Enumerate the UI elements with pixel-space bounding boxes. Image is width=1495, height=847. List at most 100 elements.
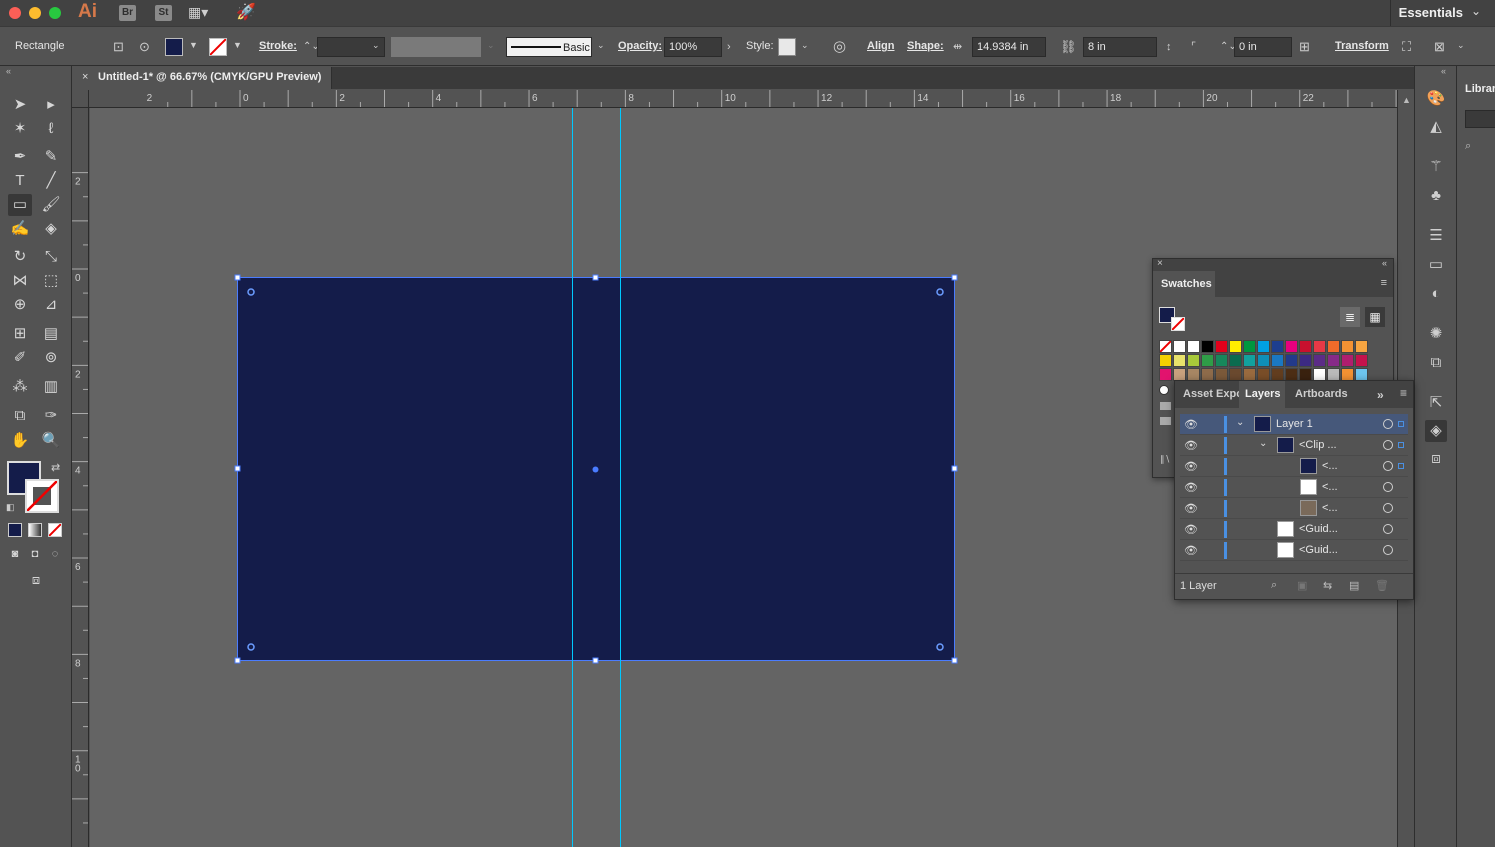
swatch[interactable] [1341, 340, 1354, 353]
zoom-window-button[interactable] [49, 7, 61, 19]
mesh-tool-icon[interactable]: ⊞ [8, 323, 32, 345]
recolor-icon[interactable]: ⊙ [139, 39, 150, 55]
variable-width-profile[interactable] [391, 37, 481, 57]
globe-icon[interactable]: ◎ [833, 39, 846, 55]
layers-icon[interactable]: ◈ [1425, 420, 1447, 442]
layer-name[interactable]: <Guid... [1299, 523, 1338, 535]
chevron-down-icon[interactable]: ⌄ [1471, 4, 1481, 18]
eraser-tool-icon[interactable]: ◈ [39, 218, 63, 240]
brush-chevron-icon[interactable]: ⌄ [597, 40, 605, 51]
folder-icon-2[interactable] [1160, 417, 1171, 425]
target-icon[interactable] [1383, 482, 1393, 492]
layer-name[interactable]: <Guid... [1299, 544, 1338, 556]
swatch[interactable] [1355, 340, 1368, 353]
visibility-eye-icon[interactable]: 👁 [1184, 460, 1198, 473]
fill-dropdown-chevron-icon[interactable]: ▼ [189, 40, 198, 50]
swatch[interactable] [1257, 340, 1270, 353]
search-icon[interactable]: ⌕ [1465, 140, 1471, 153]
folder-icon[interactable] [1160, 402, 1171, 410]
swatch[interactable] [1313, 354, 1326, 367]
ruler-origin[interactable] [72, 90, 89, 108]
swatches-stroke-indicator[interactable] [1171, 317, 1185, 331]
gradient-icon[interactable]: ▭ [1425, 254, 1447, 276]
puppet-warp-icon[interactable]: ⛶ [1402, 39, 1411, 55]
opacity-field[interactable]: 100% [664, 37, 722, 57]
profile-chevron-icon[interactable]: ⌄ [487, 40, 495, 51]
artboards-icon[interactable]: ⧈ [1425, 448, 1447, 470]
swatch[interactable] [1229, 354, 1242, 367]
rotate-tool-icon[interactable]: ↻ [8, 246, 32, 268]
link-icon[interactable]: ⛓ [1060, 39, 1077, 55]
swatch[interactable] [1201, 354, 1214, 367]
graphic-style-swatch[interactable] [778, 38, 796, 56]
fill-color-swatch[interactable] [165, 38, 183, 56]
scroll-up-icon[interactable]: ▲ [1402, 95, 1411, 105]
none-mode-button[interactable] [48, 523, 62, 537]
target-icon[interactable] [1383, 545, 1393, 555]
draw-behind-icon[interactable]: ◘ [24, 543, 46, 565]
close-icon[interactable]: × [1157, 258, 1163, 269]
layer-name[interactable]: Layer 1 [1276, 418, 1313, 430]
pen-tool-icon[interactable]: ✒ [8, 146, 32, 168]
layer-name[interactable]: <... [1322, 502, 1338, 514]
libraries-title[interactable]: Librar [1465, 83, 1495, 95]
brush-definition-field[interactable]: Basic [506, 37, 592, 57]
target-icon[interactable] [1383, 461, 1393, 471]
swatch[interactable] [1299, 340, 1312, 353]
swatch[interactable] [1257, 354, 1270, 367]
swatches-tab[interactable]: Swatches [1153, 271, 1215, 297]
curvature-tool-icon[interactable]: ✎ [39, 146, 63, 168]
shaper-tool-icon[interactable]: ✍ [8, 218, 32, 240]
swatches-panel-header[interactable]: × « [1153, 258, 1393, 271]
tab-artboards[interactable]: Artboards [1295, 388, 1348, 400]
width-field[interactable]: 14.9384 in [972, 37, 1046, 57]
swatch[interactable] [1215, 354, 1228, 367]
layer-row[interactable]: 👁 ⌄ <Clip ... [1180, 435, 1408, 456]
default-fill-stroke-icon[interactable]: ◧ [6, 502, 15, 513]
panel-menu-icon[interactable]: ≡ [1381, 277, 1387, 289]
swatch[interactable] [1327, 354, 1340, 367]
appearance-icon[interactable]: ✺ [1425, 323, 1447, 345]
draw-normal-icon[interactable]: ◙ [4, 543, 26, 565]
swatch[interactable] [1243, 354, 1256, 367]
swatch[interactable] [1243, 340, 1256, 353]
collapse-icon[interactable]: « [1382, 258, 1387, 268]
swatch[interactable] [1173, 354, 1186, 367]
type-tool-icon[interactable]: T [8, 170, 32, 192]
grid-view-icon[interactable]: ▦ [1365, 307, 1385, 327]
align-button[interactable]: Align [867, 40, 895, 52]
swatch-libraries-icon[interactable]: ∥∖ [1160, 454, 1170, 465]
color-guide-icon[interactable]: ◭ [1425, 116, 1447, 138]
arrange-icon[interactable]: ⊠ [1434, 39, 1445, 55]
swatch[interactable] [1187, 354, 1200, 367]
shape-builder-tool-icon[interactable]: ⊕ [8, 294, 32, 316]
stroke-color-swatch[interactable] [209, 38, 227, 56]
layer-name[interactable]: <Clip ... [1299, 439, 1337, 451]
bridge-button[interactable]: Br [119, 5, 136, 21]
swatch[interactable] [1173, 340, 1186, 353]
swatch[interactable] [1271, 340, 1284, 353]
opacity-label[interactable]: Opacity: [618, 40, 662, 52]
close-icon[interactable]: × [82, 71, 88, 83]
swatch[interactable] [1313, 340, 1326, 353]
minimize-window-button[interactable] [29, 7, 41, 19]
vertical-ruler[interactable]: 2024681012 [72, 108, 89, 847]
stroke-dropdown-chevron-icon[interactable]: ▼ [233, 40, 242, 50]
stroke-label[interactable]: Stroke: [259, 40, 297, 52]
new-layer-icon[interactable]: ▤ [1349, 579, 1359, 592]
swatch[interactable] [1271, 354, 1284, 367]
delete-icon[interactable]: 🗑 [1375, 579, 1389, 592]
layer-row[interactable]: 👁 <Guid... [1180, 519, 1408, 540]
export-icon[interactable]: ⇱ [1425, 392, 1447, 414]
visibility-eye-icon[interactable]: 👁 [1184, 481, 1198, 494]
line-tool-icon[interactable]: ╱ [39, 170, 63, 192]
swatch[interactable] [1159, 354, 1172, 367]
swatch[interactable] [1201, 340, 1214, 353]
hand-tool-icon[interactable]: ✋ [8, 430, 32, 452]
locate-object-icon[interactable]: ⌕ [1271, 579, 1277, 592]
rectangle-tool-icon[interactable]: ▭ [8, 194, 32, 216]
target-icon[interactable] [1383, 419, 1393, 429]
visibility-eye-icon[interactable]: 👁 [1184, 523, 1198, 536]
reference-point-icon[interactable]: ⊞ [1299, 39, 1310, 55]
stroke-box[interactable] [25, 479, 59, 513]
